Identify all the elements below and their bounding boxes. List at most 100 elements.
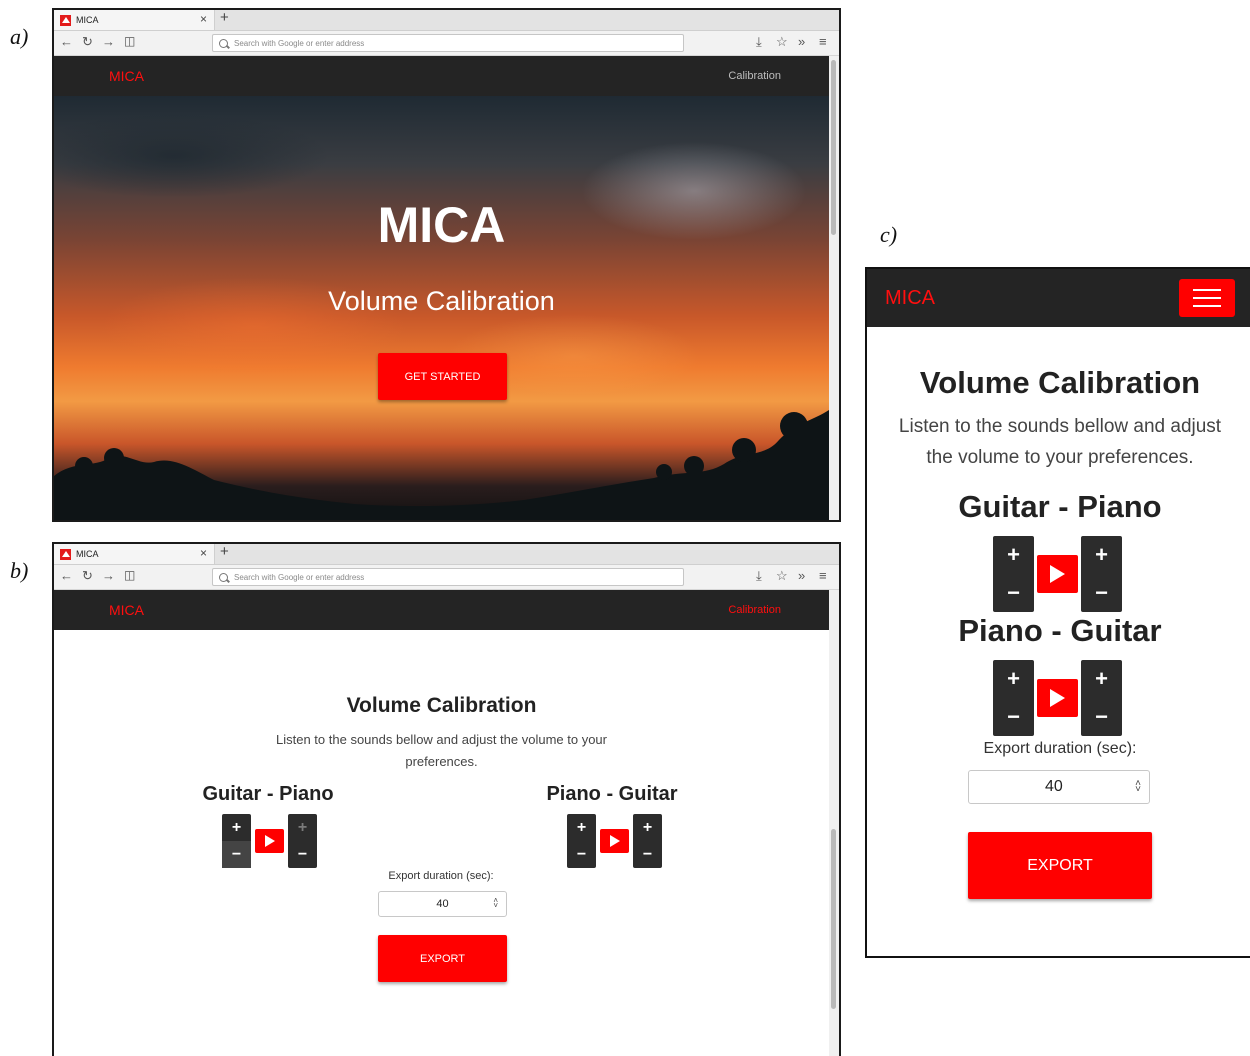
guitar-volume-down-button[interactable]: − [1081, 698, 1122, 736]
export-duration-value: 40 [436, 898, 449, 910]
description-line-1: Listen to the sounds bellow and adjust [898, 416, 1222, 437]
pair-title-piano-guitar: Piano - Guitar [546, 783, 678, 805]
navigation-toolbar: ← ↻ → ◫ Search with Google or enter addr… [54, 31, 839, 56]
reload-icon[interactable]: ↻ [82, 568, 93, 584]
nav-link-calibration[interactable]: Calibration [728, 70, 781, 82]
browser-tab[interactable]: MICA × [54, 10, 215, 30]
hamburger-menu-icon[interactable] [1179, 279, 1235, 317]
address-placeholder: Search with Google or enter address [234, 572, 365, 582]
page-scrollbar[interactable] [829, 590, 839, 1056]
export-duration-label: Export duration (sec): [983, 740, 1137, 757]
guitar-volume-up-button[interactable]: + [222, 814, 251, 841]
landing-page: MICA Calibration MICA Volume Calibration… [54, 56, 839, 520]
export-duration-value: 40 [1045, 778, 1063, 795]
piano-volume-stack: + − [288, 814, 317, 868]
new-tab-icon[interactable]: + [220, 10, 229, 26]
export-duration-label: Export duration (sec): [388, 870, 494, 882]
export-button[interactable]: EXPORT [968, 832, 1152, 899]
pair-title-piano-guitar: Piano - Guitar [958, 613, 1162, 648]
play-piano-guitar-button[interactable] [600, 829, 629, 853]
piano-volume-up-button[interactable]: + [288, 814, 317, 841]
guitar-volume-up-button[interactable]: + [993, 536, 1034, 574]
forward-icon[interactable]: → [102, 34, 115, 49]
overflow-icon[interactable]: » [798, 568, 805, 583]
sidebar-icon[interactable]: ◫ [124, 568, 135, 582]
tab-close-icon[interactable]: × [200, 12, 207, 26]
guitar-volume-down-button[interactable]: − [222, 841, 251, 868]
tab-strip: MICA × + [54, 544, 839, 565]
site-brand-link[interactable]: MICA [885, 287, 935, 310]
pair-controls-piano-guitar: + − + − [993, 660, 1122, 736]
guitar-volume-up-button[interactable]: + [1081, 660, 1122, 698]
calibration-content: Volume Calibration Listen to the sounds … [54, 630, 829, 1056]
download-icon[interactable]: ⤓ [756, 34, 762, 50]
tab-title: MICA [76, 15, 99, 25]
number-spinner-icon[interactable]: ˄ ˅ [1135, 779, 1141, 795]
tab-strip: MICA × + [54, 10, 839, 31]
calibration-title: Volume Calibration [346, 694, 537, 717]
piano-volume-down-button[interactable]: − [567, 841, 596, 868]
hero-section: MICA Volume Calibration GET STARTED [54, 96, 829, 520]
piano-volume-stack: + − [993, 660, 1034, 736]
piano-volume-stack: + − [567, 814, 596, 868]
tab-title: MICA [76, 549, 99, 559]
address-placeholder: Search with Google or enter address [234, 38, 365, 48]
piano-volume-down-button[interactable]: − [993, 698, 1034, 736]
reload-icon[interactable]: ↻ [82, 34, 93, 50]
download-icon[interactable]: ⤓ [756, 568, 762, 584]
piano-volume-down-button[interactable]: − [288, 841, 317, 868]
guitar-volume-up-button[interactable]: + [633, 814, 662, 841]
guitar-volume-down-button[interactable]: − [633, 841, 662, 868]
sidebar-icon[interactable]: ◫ [124, 34, 135, 48]
piano-volume-up-button[interactable]: + [993, 660, 1034, 698]
mobile-viewport: MICA Volume Calibration Listen to the so… [865, 267, 1250, 958]
back-icon[interactable]: ← [60, 568, 73, 583]
browser-tab[interactable]: MICA × [54, 544, 215, 564]
guitar-volume-stack: + − [993, 536, 1034, 612]
pair-controls-guitar-piano: + − + − [222, 814, 317, 868]
piano-volume-down-button[interactable]: − [1081, 574, 1122, 612]
guitar-volume-stack: + − [633, 814, 662, 868]
scrollbar-thumb[interactable] [831, 60, 836, 235]
calibration-description: Listen to the sounds bellow and adjust t… [54, 729, 829, 773]
play-piano-guitar-button[interactable] [1037, 679, 1078, 717]
description-line-2: the volume to your preferences. [926, 447, 1194, 468]
page-scrollbar[interactable] [829, 56, 839, 520]
get-started-button[interactable]: GET STARTED [378, 353, 507, 400]
bookmarks-icon[interactable]: ☆ [776, 34, 788, 50]
piano-volume-up-button[interactable]: + [567, 814, 596, 841]
description-line-2: preferences. [405, 754, 478, 769]
address-bar[interactable]: Search with Google or enter address [212, 34, 684, 52]
site-brand-link[interactable]: MICA [109, 602, 144, 618]
overflow-icon[interactable]: » [798, 34, 805, 49]
panel-label-c: c) [880, 222, 898, 247]
export-button[interactable]: EXPORT [378, 935, 507, 982]
piano-volume-up-button[interactable]: + [1081, 536, 1122, 574]
number-spinner-icon[interactable]: ˄ ˅ [493, 897, 498, 910]
play-guitar-piano-button[interactable] [1037, 555, 1078, 593]
pair-controls-piano-guitar: + − + − [567, 814, 662, 868]
browser-window-landing: MICA × + ← ↻ → ◫ Search with Google or e… [52, 8, 841, 522]
treeline-silhouette [54, 410, 829, 520]
guitar-volume-down-button[interactable]: − [993, 574, 1034, 612]
pair-title-guitar-piano: Guitar - Piano [958, 489, 1162, 524]
guitar-volume-stack: + − [222, 814, 251, 868]
menu-icon[interactable]: ≡ [819, 34, 827, 49]
nav-link-calibration-active[interactable]: Calibration [728, 604, 781, 616]
bookmarks-icon[interactable]: ☆ [776, 568, 788, 584]
piano-volume-stack: + − [1081, 536, 1122, 612]
site-navbar: MICA Calibration [54, 56, 839, 96]
scrollbar-thumb[interactable] [831, 829, 836, 1009]
export-duration-input[interactable]: 40 ˄ ˅ [378, 891, 507, 917]
play-guitar-piano-button[interactable] [255, 829, 284, 853]
tab-close-icon[interactable]: × [200, 546, 207, 560]
new-tab-icon[interactable]: + [220, 544, 229, 560]
export-duration-input[interactable]: 40 ˄ ˅ [968, 770, 1150, 804]
forward-icon[interactable]: → [102, 568, 115, 583]
menu-icon[interactable]: ≡ [819, 568, 827, 583]
calibration-description: Listen to the sounds bellow and adjust t… [867, 411, 1250, 473]
back-icon[interactable]: ← [60, 34, 73, 49]
play-icon [609, 835, 620, 847]
site-brand-link[interactable]: MICA [109, 68, 144, 84]
address-bar[interactable]: Search with Google or enter address [212, 568, 684, 586]
